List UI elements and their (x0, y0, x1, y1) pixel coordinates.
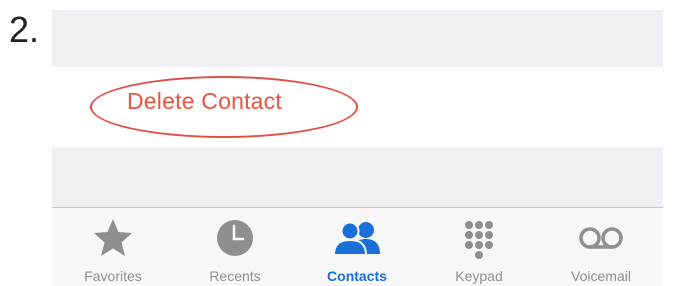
bottom-spacer (52, 147, 663, 207)
phone-screen: Delete Contact Favorites Recents Contact… (52, 10, 663, 286)
tab-recents[interactable]: Recents (174, 208, 296, 286)
delete-contact-cell[interactable]: Delete Contact (52, 67, 663, 147)
tab-bar: Favorites Recents Contacts Keypad Voicem… (52, 207, 663, 286)
tab-keypad-label: Keypad (455, 268, 503, 284)
tab-contacts[interactable]: Contacts (296, 208, 418, 286)
clock-icon (174, 216, 296, 260)
contacts-icon (296, 216, 418, 260)
top-spacer (52, 10, 663, 67)
tab-recents-label: Recents (209, 268, 261, 284)
tab-voicemail[interactable]: Voicemail (540, 208, 662, 286)
delete-contact-button[interactable]: Delete Contact (127, 87, 282, 115)
star-icon (52, 216, 174, 260)
tab-voicemail-label: Voicemail (571, 268, 631, 284)
tab-favorites-label: Favorites (84, 268, 142, 284)
keypad-icon (418, 216, 540, 260)
tab-keypad[interactable]: Keypad (418, 208, 540, 286)
tab-contacts-label: Contacts (327, 268, 387, 284)
step-number: 2. (9, 9, 40, 50)
tab-favorites[interactable]: Favorites (52, 208, 174, 286)
voicemail-icon (540, 216, 662, 260)
